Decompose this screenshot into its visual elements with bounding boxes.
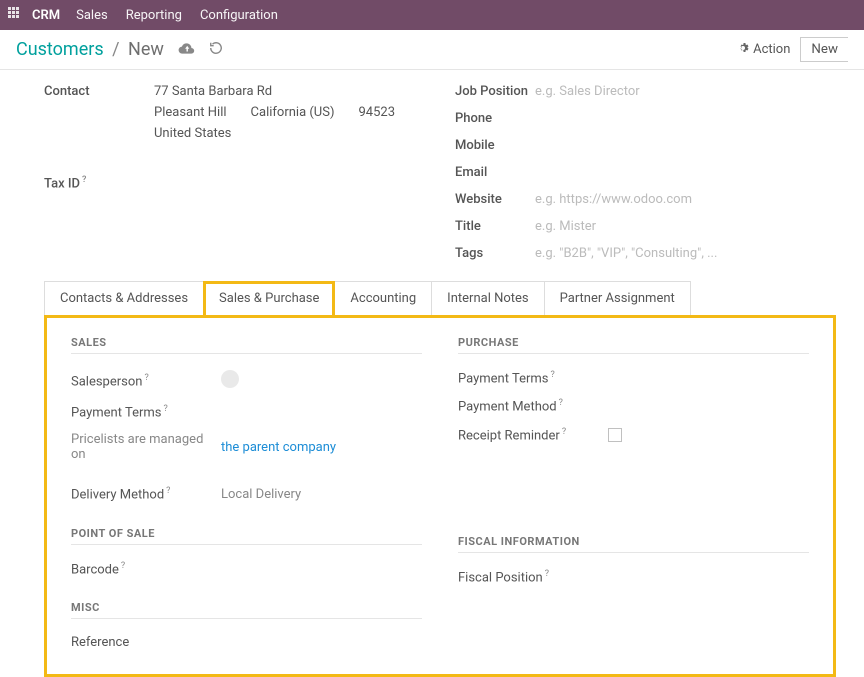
menu-reporting[interactable]: Reporting: [126, 8, 182, 23]
menu-sales[interactable]: Sales: [76, 8, 108, 23]
form-view: Contact 77 Santa Barbara Rd Pleasant Hil…: [0, 70, 864, 677]
checkbox-icon[interactable]: [608, 428, 622, 442]
help-icon[interactable]: ?: [121, 561, 125, 571]
delivery-method-label: Delivery Method?: [71, 486, 221, 502]
purchase-group-title: PURCHASE: [458, 336, 809, 354]
help-icon[interactable]: ?: [164, 404, 168, 414]
taxid-label: Tax ID?: [44, 175, 154, 191]
salesperson-label: Salesperson?: [71, 373, 221, 389]
pricelist-note: Pricelists are managed on: [71, 432, 221, 462]
tags-label: Tags: [455, 246, 535, 261]
address-city: Pleasant Hill: [154, 105, 227, 120]
tab-internal-notes[interactable]: Internal Notes: [431, 281, 544, 315]
receipt-reminder-label: Receipt Reminder?: [458, 427, 608, 443]
help-icon[interactable]: ?: [82, 175, 86, 185]
gear-icon: [737, 42, 749, 57]
tags-field[interactable]: e.g. "B2B", "VIP", "Consulting", ...: [535, 246, 717, 261]
new-button[interactable]: New: [800, 37, 848, 62]
title-field[interactable]: e.g. Mister: [535, 219, 596, 234]
parent-company-link[interactable]: the parent company: [221, 440, 336, 455]
action-menu[interactable]: Action: [737, 42, 790, 57]
right-column: Job Position e.g. Sales Director Phone M…: [455, 78, 836, 267]
tab-partner-assignment[interactable]: Partner Assignment: [544, 281, 691, 315]
delivery-method-field[interactable]: Local Delivery: [221, 487, 301, 502]
address-zip: 94523: [359, 105, 396, 120]
breadcrumb: Customers / New: [16, 39, 164, 60]
website-field[interactable]: e.g. https://www.odoo.com: [535, 192, 692, 207]
help-icon[interactable]: ?: [559, 398, 563, 408]
tab-contacts-addresses[interactable]: Contacts & Addresses: [44, 281, 204, 315]
avatar-placeholder-icon: [221, 370, 239, 388]
tab-right-col: PURCHASE Payment Terms? Payment Method?: [458, 336, 809, 656]
left-column: Contact 77 Santa Barbara Rd Pleasant Hil…: [44, 78, 455, 267]
jobposition-field[interactable]: e.g. Sales Director: [535, 84, 640, 99]
address-block[interactable]: 77 Santa Barbara Rd Pleasant Hill Califo…: [154, 84, 395, 147]
contact-label: Contact: [44, 84, 154, 99]
breadcrumb-current: New: [128, 39, 164, 60]
tab-bar: Contacts & Addresses Sales & Purchase Ac…: [44, 281, 836, 315]
website-label: Website: [455, 192, 535, 207]
address-state: California (US): [251, 105, 335, 120]
receipt-reminder-field[interactable]: [608, 427, 622, 442]
mobile-label: Mobile: [455, 138, 535, 153]
barcode-label: Barcode?: [71, 561, 221, 577]
help-icon[interactable]: ?: [562, 427, 566, 437]
action-label: Action: [753, 42, 790, 57]
title-label: Title: [455, 219, 535, 234]
menu-configuration[interactable]: Configuration: [200, 8, 278, 23]
help-icon[interactable]: ?: [545, 569, 549, 579]
top-navbar: CRM Sales Reporting Configuration: [0, 0, 864, 30]
tab-left-col: SALES Salesperson? Payment Terms?: [71, 336, 422, 656]
apps-icon[interactable]: [8, 7, 24, 23]
pos-group-title: POINT OF SALE: [71, 527, 422, 545]
cloud-upload-icon[interactable]: [178, 41, 195, 59]
fiscal-group-title: FISCAL INFORMATION: [458, 535, 809, 553]
jobposition-label: Job Position: [455, 84, 535, 99]
misc-group-title: MISC: [71, 601, 422, 619]
salesperson-field[interactable]: [221, 370, 239, 392]
address-street: 77 Santa Barbara Rd: [154, 84, 272, 99]
phone-label: Phone: [455, 111, 535, 126]
payment-terms-sales-label: Payment Terms?: [71, 404, 221, 420]
breadcrumb-root[interactable]: Customers: [16, 39, 104, 60]
help-icon[interactable]: ?: [144, 373, 148, 383]
reference-label: Reference: [71, 635, 221, 650]
control-panel: Customers / New Action New: [0, 30, 864, 70]
help-icon[interactable]: ?: [166, 486, 170, 496]
help-icon[interactable]: ?: [551, 370, 555, 380]
tab-content: SALES Salesperson? Payment Terms?: [44, 315, 836, 677]
address-country: United States: [154, 126, 231, 141]
tab-sales-purchase[interactable]: Sales & Purchase: [203, 281, 335, 315]
payment-terms-purchase-label: Payment Terms?: [458, 370, 608, 386]
tab-accounting[interactable]: Accounting: [334, 281, 432, 315]
undo-icon[interactable]: [209, 41, 223, 59]
payment-method-label: Payment Method?: [458, 398, 608, 414]
app-name: CRM: [32, 8, 60, 23]
fiscal-position-label: Fiscal Position?: [458, 569, 608, 585]
breadcrumb-sep: /: [112, 39, 119, 60]
email-label: Email: [455, 165, 535, 180]
sales-group-title: SALES: [71, 336, 422, 354]
